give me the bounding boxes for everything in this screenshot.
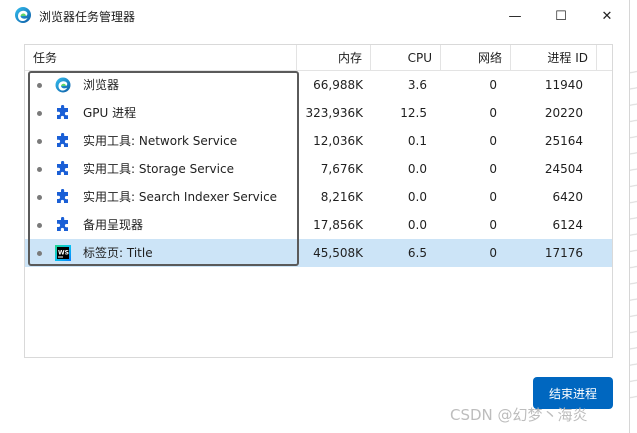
window-title: 浏览器任务管理器 [39, 10, 136, 24]
puzzle-icon [57, 105, 68, 119]
watermark: CSDN @幻梦丶海炎 [450, 406, 588, 424]
bullet-icon [37, 195, 42, 200]
pid-value: 20220 [544, 106, 583, 120]
network-value: 0 [489, 134, 497, 148]
network-value: 0 [489, 246, 497, 260]
memory-value: 17,856K [313, 218, 363, 232]
maximize-icon: ☐ [555, 8, 567, 24]
task-name: 备用呈现器 [83, 218, 144, 232]
cpu-value: 3.6 [407, 78, 427, 92]
bullet-icon [37, 223, 42, 228]
network-value: 0 [489, 218, 497, 232]
column-header-network[interactable]: 网络 [441, 45, 511, 71]
puzzle-icon [57, 133, 68, 147]
svg-text:WS: WS [58, 250, 69, 257]
edge-logo-icon [15, 7, 31, 23]
bullet-icon [37, 167, 42, 172]
minimize-icon: — [508, 8, 522, 24]
table-row[interactable]: 实用工具: Network Service 12,036K 0.1 0 2516… [25, 127, 612, 155]
puzzle-icon [57, 161, 68, 175]
bullet-icon [37, 139, 42, 144]
column-header-cpu[interactable]: CPU [371, 45, 441, 71]
network-value: 0 [489, 190, 497, 204]
memory-value: 323,936K [305, 106, 364, 120]
close-icon: ✕ [601, 8, 613, 24]
title-bar[interactable]: 浏览器任务管理器 — ☐ ✕ [0, 0, 630, 32]
cpu-value: 0.1 [407, 134, 427, 148]
column-header-task[interactable]: 任务 [25, 45, 297, 71]
task-name: 实用工具: Network Service [83, 134, 238, 148]
memory-value: 7,676K [320, 162, 363, 176]
bullet-icon [37, 83, 42, 88]
desktop: 浏览器任务管理器 — ☐ ✕ 任务 内存 CPU 网络 进程 ID 浏览器 66… [0, 0, 637, 433]
memory-value: 12,036K [313, 134, 363, 148]
pid-value: 11940 [544, 78, 583, 92]
table-row[interactable]: 浏览器 66,988K 3.6 0 11940 [25, 71, 612, 99]
network-value: 0 [489, 106, 497, 120]
network-value: 0 [489, 162, 497, 176]
pid-value: 17176 [544, 246, 583, 260]
task-name: GPU 进程 [83, 106, 137, 120]
cpu-value: 0.0 [407, 190, 427, 204]
table-header: 任务 内存 CPU 网络 进程 ID [25, 45, 612, 71]
close-button[interactable]: ✕ [584, 0, 630, 32]
pid-value: 25164 [544, 134, 583, 148]
memory-value: 66,988K [313, 78, 363, 92]
cpu-value: 12.5 [400, 106, 427, 120]
cpu-value: 6.5 [407, 246, 427, 260]
puzzle-icon [57, 189, 68, 203]
memory-value: 8,216K [320, 190, 363, 204]
maximize-button[interactable]: ☐ [538, 0, 584, 32]
edge-icon [55, 77, 71, 93]
cpu-value: 0.0 [407, 162, 427, 176]
column-header-memory[interactable]: 内存 [297, 45, 371, 71]
puzzle-icon [57, 217, 68, 231]
bullet-icon [37, 111, 42, 116]
cpu-value: 0.0 [407, 218, 427, 232]
pid-value: 24504 [544, 162, 583, 176]
network-value: 0 [489, 78, 497, 92]
task-table: 任务 内存 CPU 网络 进程 ID 浏览器 66,988K 3.6 0 119… [24, 44, 613, 358]
table-row-selected[interactable]: WS 标签页: Title 45,508K 6.5 0 17176 [25, 239, 612, 267]
task-manager-window: 浏览器任务管理器 — ☐ ✕ 任务 内存 CPU 网络 进程 ID 浏览器 66… [0, 0, 630, 433]
column-header-pid[interactable]: 进程 ID [511, 45, 597, 71]
pid-value: 6124 [552, 218, 583, 232]
table-row[interactable]: GPU 进程 323,936K 12.5 0 20220 [25, 99, 612, 127]
bullet-icon [37, 251, 42, 256]
task-name: 实用工具: Storage Service [83, 162, 234, 176]
task-name: 实用工具: Search Indexer Service [83, 190, 278, 204]
task-name: 浏览器 [83, 78, 120, 92]
pid-value: 6420 [552, 190, 583, 204]
table-row[interactable]: 备用呈现器 17,856K 0.0 0 6124 [25, 211, 612, 239]
memory-value: 45,508K [313, 246, 363, 260]
task-name: 标签页: Title [83, 246, 153, 260]
table-row[interactable]: 实用工具: Search Indexer Service 8,216K 0.0 … [25, 183, 612, 211]
minimize-button[interactable]: — [492, 0, 538, 32]
table-row[interactable]: 实用工具: Storage Service 7,676K 0.0 0 24504 [25, 155, 612, 183]
webstorm-icon: WS [55, 245, 71, 261]
